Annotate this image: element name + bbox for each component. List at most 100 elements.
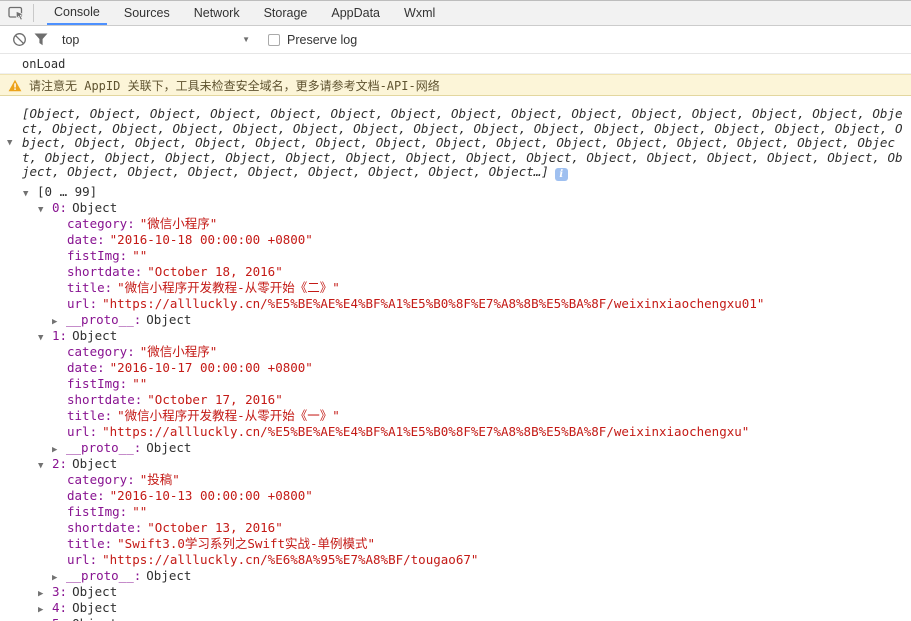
property-value: "微信小程序" [140, 216, 218, 231]
property-value: "投稿" [140, 472, 180, 487]
array-item-header[interactable]: ▼0:Object [0, 200, 911, 216]
devtools-tabbar: Console Sources Network Storage AppData … [0, 0, 911, 26]
item-index: 2: [52, 456, 67, 471]
property-row: shortdate: "October 13, 2016" [0, 520, 911, 536]
property-key: title: [67, 408, 112, 423]
property-row: category: "微信小程序" [0, 216, 911, 232]
property-value: "微信小程序开发教程-从零开始《一》" [117, 408, 340, 423]
property-value: "October 13, 2016" [147, 520, 282, 535]
property-key: fistImg: [67, 248, 127, 263]
preserve-log-checkbox[interactable] [268, 34, 280, 46]
property-row: shortdate:"October 18, 2016" [0, 264, 911, 280]
array-preview: ▼ [Object, Object, Object, Object, Objec… [0, 107, 911, 181]
proto-key: __proto__: [66, 568, 141, 583]
property-value: "2016-10-13 00:00:00 +0800" [110, 488, 313, 503]
property-row: fistImg:"" [0, 504, 911, 520]
property-row: fistImg: "" [0, 248, 911, 264]
context-label: top [62, 33, 79, 47]
proto-row[interactable]: ▶__proto__:Object [0, 568, 911, 584]
proto-row[interactable]: ▶__proto__:Object [0, 440, 911, 456]
array-item-header[interactable]: ▼1: Object [0, 328, 911, 344]
console-toolbar: top ▼ Preserve log [0, 26, 911, 54]
array-preview-text: [Object, Object, Object, Object, Object,… [22, 106, 903, 179]
property-row: url:"https://allluckly.cn/%E5%BE%AE%E4%B… [0, 296, 911, 312]
proto-key: __proto__: [66, 312, 141, 327]
property-key: date: [67, 360, 105, 375]
property-key: url: [67, 552, 97, 567]
property-key: category: [67, 472, 135, 487]
property-key: fistImg: [67, 504, 127, 519]
console-log-onload: onLoad [0, 54, 911, 74]
item-type: Object [72, 600, 117, 615]
preserve-log-label[interactable]: Preserve log [287, 33, 357, 47]
expand-arrow-icon[interactable]: ▼ [7, 136, 12, 151]
property-key: shortdate: [67, 264, 142, 279]
tab-appdata[interactable]: AppData [324, 1, 387, 25]
property-value: "2016-10-17 00:00:00 +0800" [110, 360, 313, 375]
property-value: "微信小程序开发教程-从零开始《二》" [117, 280, 340, 295]
property-key: url: [67, 296, 97, 311]
item-index: 3: [52, 584, 67, 599]
item-index: 5: [52, 616, 67, 621]
array-item-header[interactable]: ▼2: Object [0, 456, 911, 472]
array-item-header[interactable]: ▶3:Object [0, 584, 911, 600]
warning-text: 请注意无 AppID 关联下，工具未检查安全域名，更多请参考文档-API-网络 [29, 77, 440, 94]
collapse-arrow-icon[interactable]: ▼ [23, 186, 37, 202]
property-key: fistImg: [67, 376, 127, 391]
property-key: date: [67, 232, 105, 247]
property-value: "https://allluckly.cn/%E6%8A%95%E7%A8%BF… [102, 552, 478, 567]
property-key: title: [67, 280, 112, 295]
collapse-arrow-icon[interactable]: ▼ [38, 330, 52, 346]
proto-type: Object [146, 568, 191, 583]
collapse-arrow-icon[interactable]: ▼ [38, 202, 52, 218]
item-index: 1: [52, 328, 67, 343]
warning-icon [8, 79, 22, 92]
array-item-header[interactable]: ▶5:Object [0, 616, 911, 621]
item-type: Object [72, 456, 117, 471]
property-row: date:"2016-10-13 00:00:00 +0800" [0, 488, 911, 504]
proto-key: __proto__: [66, 440, 141, 455]
tab-storage[interactable]: Storage [257, 1, 315, 25]
item-type: Object [72, 328, 117, 343]
console-array-entry: ▼ [Object, Object, Object, Object, Objec… [0, 96, 911, 621]
property-value: "October 17, 2016" [147, 392, 282, 407]
property-value: "" [132, 376, 147, 391]
tab-wxml[interactable]: Wxml [397, 1, 442, 25]
property-row: category: "投稿" [0, 472, 911, 488]
item-type: Object [72, 616, 117, 621]
property-value: "微信小程序" [140, 344, 218, 359]
property-key: shortdate: [67, 392, 142, 407]
property-row: shortdate: "October 17, 2016" [0, 392, 911, 408]
tab-console[interactable]: Console [47, 1, 107, 25]
clear-console-icon[interactable] [8, 31, 30, 49]
proto-type: Object [146, 312, 191, 327]
execution-context-selector[interactable]: top ▼ [62, 33, 250, 47]
property-key: url: [67, 424, 97, 439]
filter-icon[interactable] [30, 31, 52, 49]
object-tree: ▼[0 … 99] ▼0:Object category:"微信小程序" dat… [0, 184, 911, 621]
collapse-arrow-icon[interactable]: ▼ [38, 458, 52, 474]
item-type: Object [72, 584, 117, 599]
array-range-row[interactable]: ▼[0 … 99] [0, 184, 911, 200]
property-row: date:"2016-10-18 00:00:00 +0800" [0, 232, 911, 248]
property-key: category: [67, 344, 135, 359]
item-index: 0: [52, 200, 67, 215]
property-row: date: "2016-10-17 00:00:00 +0800" [0, 360, 911, 376]
property-row: category: "微信小程序" [0, 344, 911, 360]
info-icon: i [555, 168, 568, 181]
property-key: shortdate: [67, 520, 142, 535]
tab-network[interactable]: Network [187, 1, 247, 25]
property-value: "" [132, 248, 147, 263]
property-value: "https://allluckly.cn/%E5%BE%AE%E4%BF%A1… [102, 424, 749, 439]
array-item-header[interactable]: ▶4:Object [0, 600, 911, 616]
inspect-element-icon[interactable] [8, 5, 25, 21]
array-range-label: [0 … 99] [37, 184, 97, 199]
proto-row[interactable]: ▶__proto__:Object [0, 312, 911, 328]
tab-sources[interactable]: Sources [117, 1, 177, 25]
tab-list: Console Sources Network Storage AppData … [42, 1, 447, 25]
property-key: category: [67, 216, 135, 231]
property-row: title: "微信小程序开发教程-从零开始《一》" [0, 408, 911, 424]
chevron-down-icon: ▼ [242, 35, 250, 44]
property-value: "Swift3.0学习系列之Swift实战-单例模式" [117, 536, 375, 551]
property-row: title:"Swift3.0学习系列之Swift实战-单例模式" [0, 536, 911, 552]
